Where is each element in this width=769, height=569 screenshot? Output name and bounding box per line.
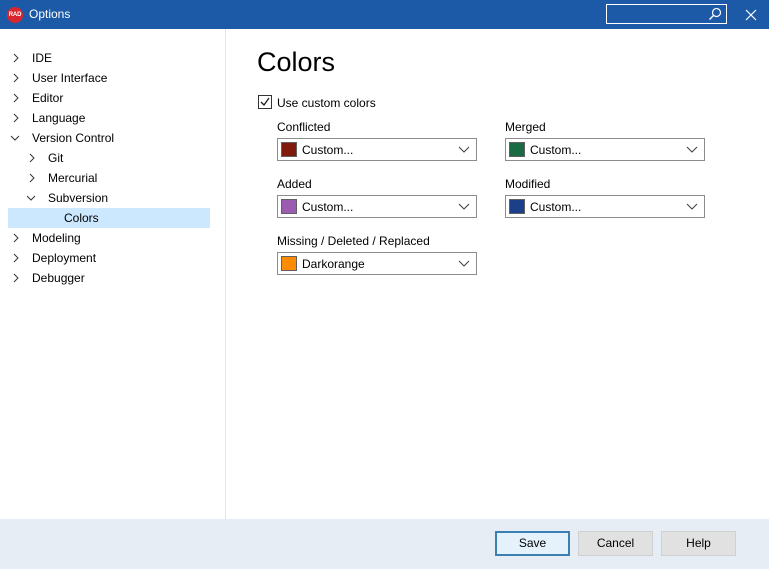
search-input[interactable] (609, 6, 705, 22)
chevron-right-icon[interactable] (27, 173, 37, 183)
conflicted-label: Conflicted (277, 120, 331, 134)
chevron-down-icon[interactable] (458, 146, 470, 154)
options-tree: IDE User Interface Editor Language Versi… (0, 29, 226, 519)
search-icon[interactable] (708, 7, 722, 21)
missing-color-select[interactable]: Darkorange (277, 252, 477, 275)
tree-label: Colors (64, 211, 99, 225)
help-button[interactable]: Help (661, 531, 736, 556)
app-logo-icon: RAD (7, 7, 23, 23)
save-button[interactable]: Save (495, 531, 570, 556)
tree-item-modeling[interactable]: Modeling (8, 228, 210, 248)
content-panel: Colors Use custom colors Conflicted Cust… (227, 29, 769, 519)
tree-label: Subversion (48, 191, 109, 205)
search-box[interactable] (606, 4, 727, 24)
tree-label: Version Control (32, 131, 115, 145)
tree-item-ide[interactable]: IDE (8, 48, 210, 68)
cancel-button[interactable]: Cancel (578, 531, 653, 556)
tree-label: User Interface (32, 71, 108, 85)
modified-color-select[interactable]: Custom... (505, 195, 705, 218)
chevron-right-icon[interactable] (11, 93, 21, 103)
added-label: Added (277, 177, 312, 191)
chevron-right-icon[interactable] (27, 153, 37, 163)
tree-label: Language (32, 111, 86, 125)
tree-item-editor[interactable]: Editor (8, 88, 210, 108)
merged-color-select[interactable]: Custom... (505, 138, 705, 161)
dialog-footer: Save Cancel Help (0, 519, 769, 569)
tree-label: Mercurial (48, 171, 98, 185)
select-value: Custom... (530, 143, 582, 157)
window-title: Options (29, 7, 71, 21)
select-value: Custom... (302, 200, 354, 214)
tree-item-subversion[interactable]: Subversion (8, 188, 210, 208)
chevron-right-icon[interactable] (11, 113, 21, 123)
chevron-down-icon[interactable] (458, 203, 470, 211)
chevron-down-icon[interactable] (26, 193, 36, 203)
chevron-down-icon[interactable] (686, 203, 698, 211)
tree-item-language[interactable]: Language (8, 108, 210, 128)
added-color-select[interactable]: Custom... (277, 195, 477, 218)
tree-label: Debugger (32, 271, 85, 285)
select-value: Custom... (302, 143, 354, 157)
missing-label: Missing / Deleted / Replaced (277, 234, 430, 248)
tree-label: Editor (32, 91, 64, 105)
close-icon[interactable] (744, 8, 758, 22)
tree-label: Modeling (32, 231, 81, 245)
chevron-right-icon[interactable] (11, 73, 21, 83)
checkmark-icon (260, 97, 270, 107)
chevron-right-icon[interactable] (11, 233, 21, 243)
conflicted-color-select[interactable]: Custom... (277, 138, 477, 161)
merged-label: Merged (505, 120, 546, 134)
color-swatch (281, 199, 297, 214)
tree-item-deployment[interactable]: Deployment (8, 248, 210, 268)
tree-item-debugger[interactable]: Debugger (8, 268, 210, 288)
modified-label: Modified (505, 177, 551, 191)
tree-item-mercurial[interactable]: Mercurial (8, 168, 210, 188)
checkbox-label: Use custom colors (277, 96, 376, 110)
tree-item-user-interface[interactable]: User Interface (8, 68, 210, 88)
chevron-right-icon[interactable] (11, 53, 21, 63)
color-swatch (509, 142, 525, 157)
color-swatch (281, 142, 297, 157)
chevron-right-icon[interactable] (11, 253, 21, 263)
color-swatch (509, 199, 525, 214)
select-value: Custom... (530, 200, 582, 214)
checkbox-box[interactable] (258, 95, 272, 109)
page-title: Colors (257, 47, 336, 77)
tree-label: Git (48, 151, 64, 165)
tree-label: Deployment (32, 251, 97, 265)
title-bar: RAD Options (0, 0, 769, 29)
tree-item-version-control[interactable]: Version Control (8, 128, 210, 148)
select-value: Darkorange (302, 257, 365, 271)
color-swatch (281, 256, 297, 271)
chevron-down-icon[interactable] (458, 260, 470, 268)
tree-item-colors[interactable]: Colors (8, 208, 210, 228)
tree-item-git[interactable]: Git (8, 148, 210, 168)
chevron-down-icon[interactable] (686, 146, 698, 154)
chevron-right-icon[interactable] (11, 273, 21, 283)
tree-label: IDE (32, 51, 53, 65)
chevron-down-icon[interactable] (10, 133, 20, 143)
